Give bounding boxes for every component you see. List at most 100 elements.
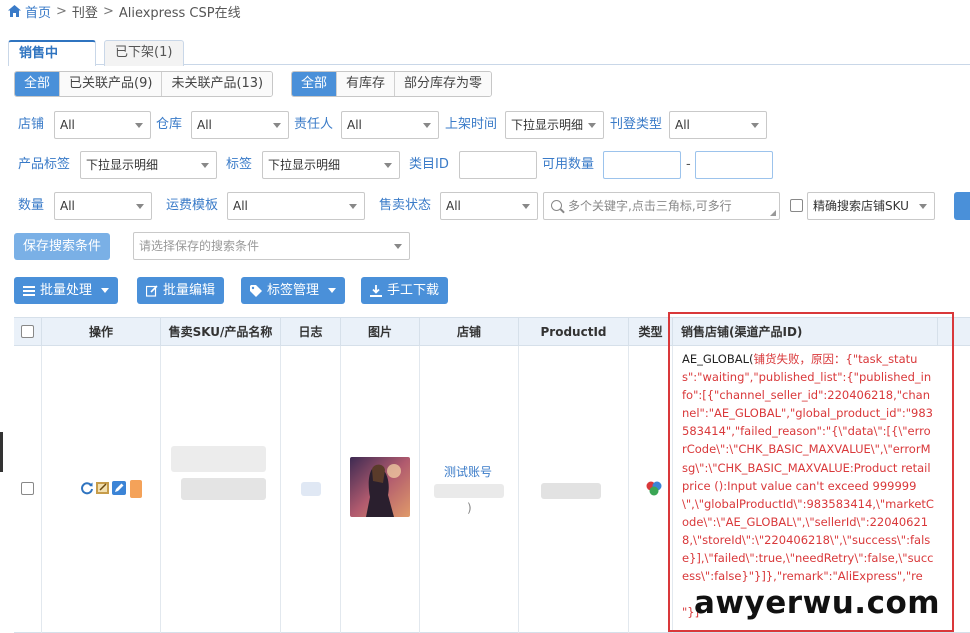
tag-select[interactable]: 下拉显示明细 [262,151,400,179]
column-header-productid[interactable]: ProductId [519,318,629,346]
chevron-down-icon [394,244,402,249]
copy-edit-icon[interactable] [96,481,110,495]
store-select[interactable]: All [54,111,151,139]
caret-down-icon [101,288,110,293]
tag-manage-label: 标签管理 [267,283,320,298]
filter-linked-products[interactable]: 已关联产品(9) [60,72,163,96]
product-tag-select-value: 下拉显示明细 [86,158,159,172]
tag-label: 标签 [226,157,253,172]
select-all-checkbox[interactable] [21,325,34,338]
category-id-label: 类目ID [409,157,449,172]
home-icon [8,5,21,17]
edit-icon[interactable] [112,481,126,495]
available-qty-min-input[interactable] [603,151,681,179]
batch-process-button[interactable]: 批量处理 [14,277,119,304]
store-label: 店铺 [18,117,45,132]
range-separator: - [686,157,691,172]
store-account-link[interactable]: 测试账号 [444,463,492,480]
qty-select-value: All [60,199,75,213]
save-search-button[interactable]: 保存搜索条件 [14,233,111,260]
window-edge-marker [0,432,3,472]
filter-in-stock[interactable]: 有库存 [337,72,396,96]
product-tag-select[interactable]: 下拉显示明细 [80,151,217,179]
breadcrumb: 首页 > 刊登 > Aliexpress CSP在线 [8,2,241,21]
blurred-product-name [181,478,266,500]
search-icon [551,200,562,211]
row-select-cell [14,346,42,633]
select-all-cell [14,318,42,346]
refresh-icon[interactable] [80,481,94,495]
chevron-down-icon [919,204,927,209]
row-log-cell [281,346,341,633]
breadcrumb-separator: > [102,3,114,19]
listed-time-select[interactable]: 下拉显示明细 [505,111,604,139]
chevron-down-icon [423,123,431,128]
status-tabs: 销售中(22) 已下架(1) [8,40,970,85]
chevron-down-icon [135,123,143,128]
precise-search-checkbox[interactable] [790,199,803,212]
listed-time-label: 上架时间 [445,117,498,132]
owner-label: 责任人 [294,117,334,132]
batch-edit-label: 批量编辑 [163,283,216,298]
tag-select-value: 下拉显示明细 [268,158,341,172]
row-productid-cell [519,346,629,633]
category-id-input[interactable] [459,151,537,179]
filter-all-stock[interactable]: 全部 [292,72,338,96]
shipping-template-select-value: All [233,199,248,213]
link-filter-group: 全部 已关联产品(9) 未关联产品(13) [14,71,274,97]
column-header-type: 类型 [629,318,673,346]
sale-status-select-value: All [446,199,461,213]
warehouse-select[interactable]: All [191,111,289,139]
chevron-down-icon [349,204,357,209]
column-header-store[interactable]: 店铺 [420,318,519,346]
chevron-down-icon [588,123,596,128]
column-header-sku[interactable]: 售卖SKU/产品名称 [161,318,281,346]
breadcrumb-section[interactable]: 刊登 [72,2,98,21]
row-actions-cell [42,346,161,633]
saved-search-select[interactable]: 请选择保存的搜索条件 [133,232,410,260]
qty-select[interactable]: All [54,192,152,220]
filter-all-link[interactable]: 全部 [15,72,61,96]
column-header-log: 日志 [281,318,341,346]
more-actions-icon[interactable] [130,480,142,498]
edit-icon [146,284,158,297]
resize-handle-icon[interactable] [770,210,776,216]
keyword-search-input[interactable]: 多个关键字,点击三角标,可多行 [543,192,780,220]
row-checkbox[interactable] [21,482,34,495]
tab-delisted[interactable]: 已下架(1) [104,40,184,66]
precise-sku-select-value: 精确搜索店铺SKU [813,199,909,213]
shipping-template-label: 运费模板 [166,198,219,213]
type-icon [646,481,662,496]
product-image[interactable] [350,457,410,517]
column-header-image: 图片 [341,318,420,346]
available-qty-max-input[interactable] [695,151,773,179]
caret-down-icon [328,288,337,293]
shipping-template-select[interactable]: All [227,192,365,220]
listing-type-select[interactable]: All [669,111,767,139]
download-icon [370,284,382,297]
warehouse-label: 仓库 [156,117,183,132]
batch-process-label: 批量处理 [40,283,93,298]
chevron-down-icon [751,123,759,128]
stock-filter-group: 全部 有库存 部分库存为零 [291,71,493,97]
available-qty-label: 可用数量 [542,157,595,172]
manual-download-button[interactable]: 手工下载 [361,277,449,304]
filter-unlinked-products[interactable]: 未关联产品(13) [162,72,273,96]
blurred-store-id [434,484,504,498]
tab-on-sale[interactable]: 销售中(22) [8,40,96,85]
batch-edit-button[interactable]: 批量编辑 [137,277,225,304]
column-header-actions: 操作 [42,318,161,346]
precise-sku-select[interactable]: 精确搜索店铺SKU [807,192,935,220]
search-button[interactable] [954,192,970,220]
sale-status-label: 售卖状态 [379,198,432,213]
owner-select[interactable]: All [341,111,439,139]
breadcrumb-current: Aliexpress CSP在线 [118,5,241,21]
sale-status-select[interactable]: All [440,192,538,220]
chevron-down-icon [522,204,530,209]
manual-download-label: 手工下载 [387,283,440,298]
tag-manage-button[interactable]: 标签管理 [241,277,346,304]
store-select-value: All [60,118,75,132]
breadcrumb-home-link[interactable]: 首页 [25,2,51,21]
chevron-down-icon [201,163,209,168]
filter-partial-zero-stock[interactable]: 部分库存为零 [395,72,492,96]
